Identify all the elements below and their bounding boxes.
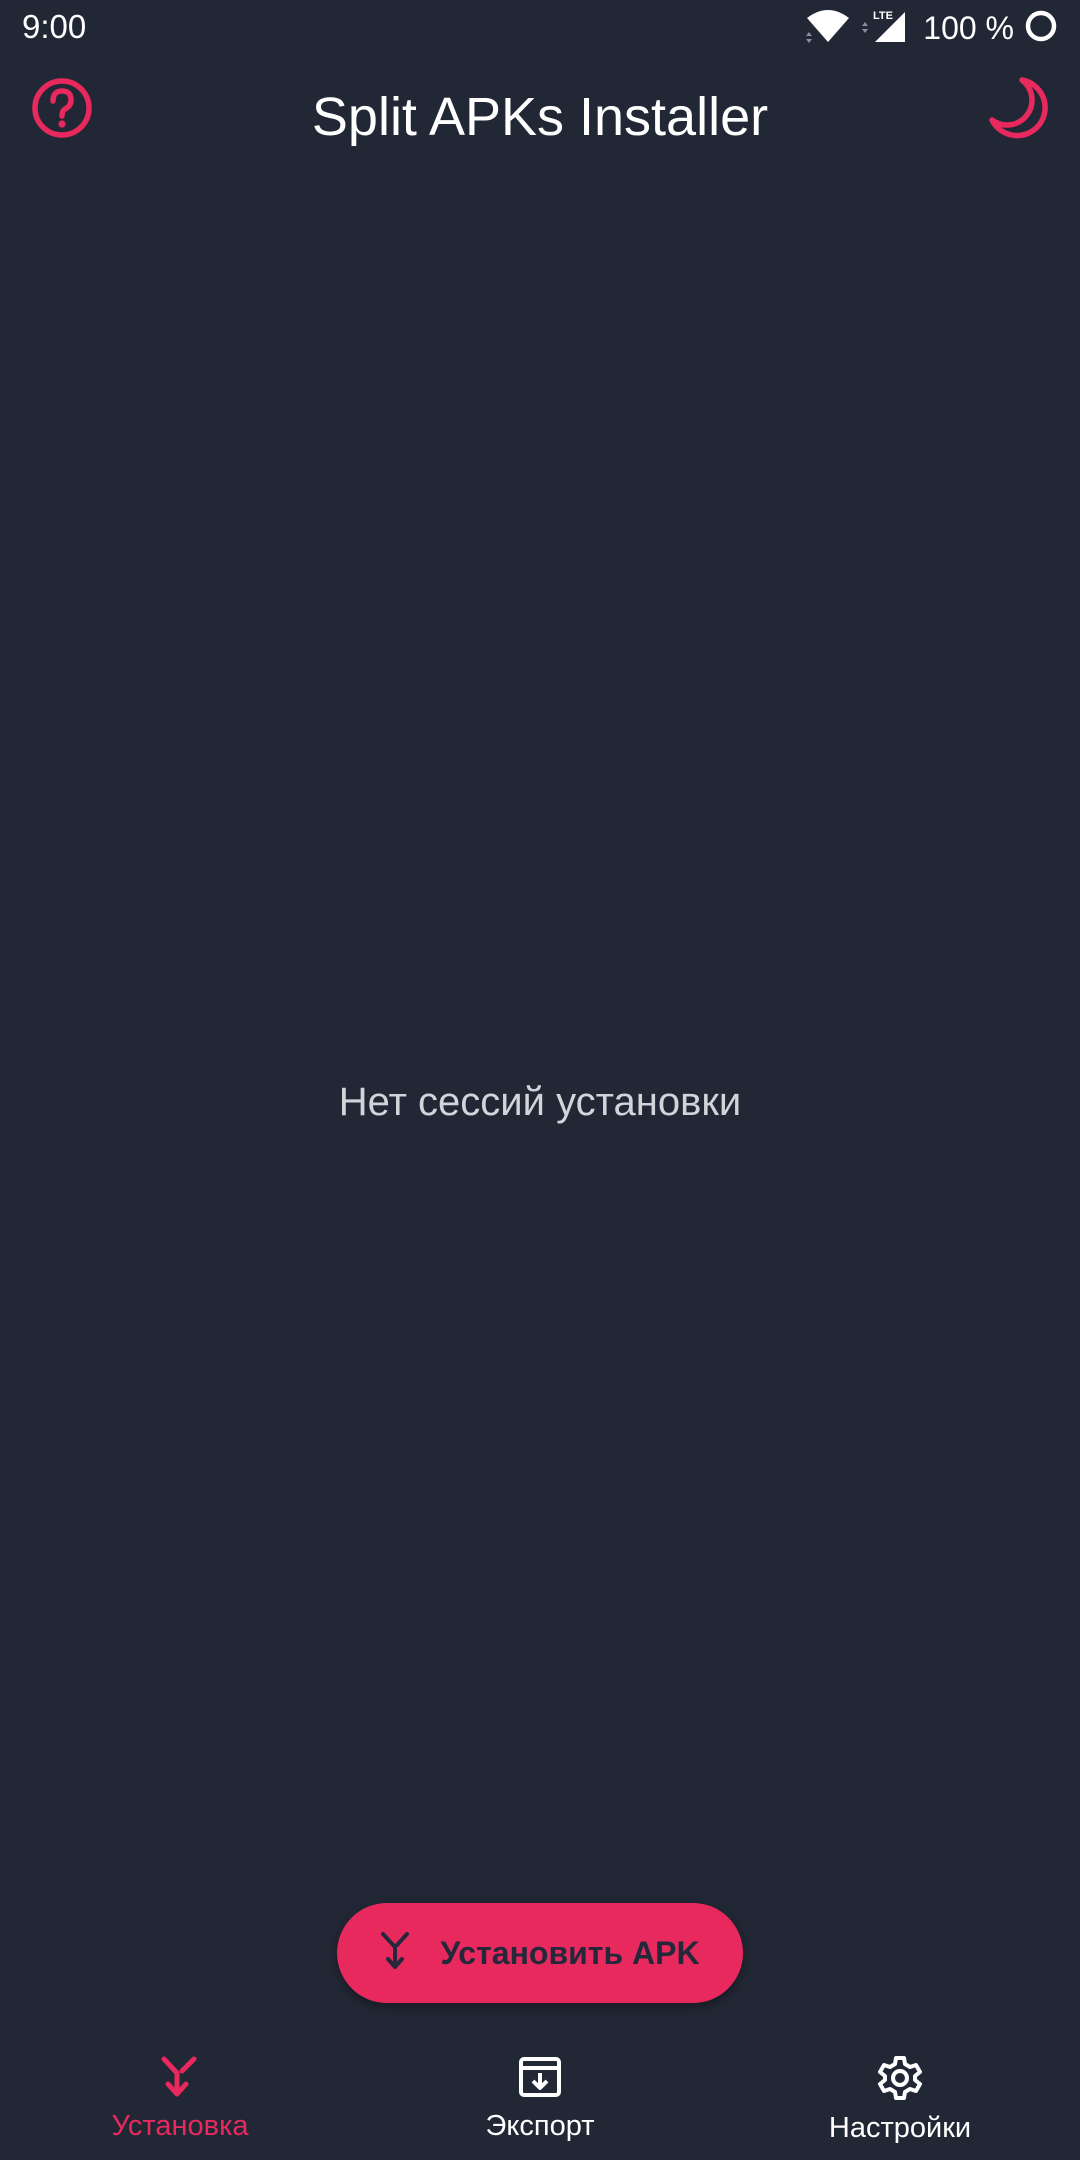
nav-item-export[interactable]: Экспорт — [360, 2035, 720, 2160]
nav-item-settings[interactable]: Настройки — [720, 2035, 1080, 2160]
status-bar: 9:00 LTE 100 % — [0, 0, 1080, 56]
bottom-navigation: Установка Экспорт Настройки — [0, 2035, 1080, 2160]
wifi-icon — [805, 8, 851, 49]
install-arrow-icon — [158, 2055, 202, 2104]
status-time: 9:00 — [22, 8, 87, 45]
moon-icon — [986, 76, 1050, 145]
archive-download-icon — [518, 2055, 562, 2104]
battery-percent: 100 % — [923, 9, 1014, 46]
nav-label-export: Экспорт — [485, 2110, 595, 2142]
install-apk-button[interactable]: Установить APK — [337, 1903, 743, 2003]
install-arrow-icon — [380, 1931, 414, 1976]
install-apk-label: Установить APK — [440, 1934, 700, 1971]
app-bar: Split APKs Installer — [0, 56, 1080, 180]
nav-label-settings: Настройки — [828, 2112, 972, 2144]
nav-item-install[interactable]: Установка — [0, 2035, 360, 2160]
status-icons: LTE 100 % — [805, 6, 1058, 50]
app-title: Split APKs Installer — [311, 87, 769, 147]
empty-state-message: Нет сессий установки — [338, 1080, 742, 1124]
lte-signal-icon: LTE — [861, 8, 907, 49]
help-button[interactable] — [14, 62, 110, 158]
help-circle-icon — [30, 76, 94, 145]
battery-icon — [1024, 9, 1058, 48]
theme-toggle-button[interactable] — [970, 62, 1066, 158]
gear-icon — [877, 2055, 923, 2106]
svg-text:LTE: LTE — [873, 10, 893, 22]
nav-label-install: Установка — [111, 2110, 249, 2142]
